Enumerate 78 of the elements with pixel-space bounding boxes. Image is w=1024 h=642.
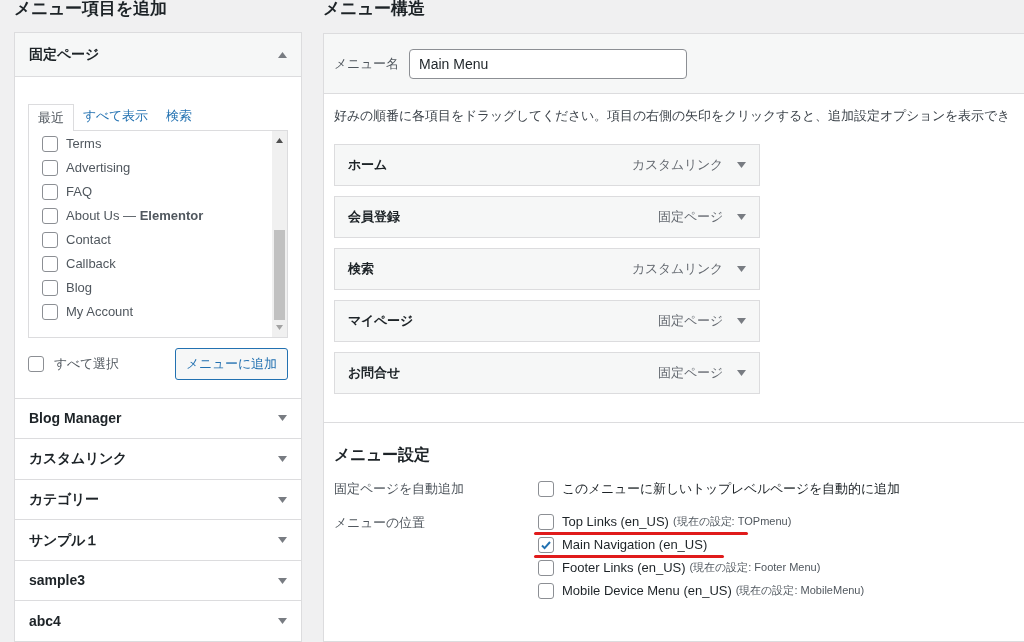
page-label: My Account (66, 302, 134, 321)
checkbox[interactable] (538, 536, 554, 553)
location-label: Top Links (en_US) (562, 512, 669, 531)
settings-heading: メニュー設定 (334, 445, 431, 465)
tab[interactable]: 検索 (157, 103, 201, 130)
expand-arrow-icon[interactable] (737, 266, 746, 272)
expand-arrow-icon[interactable] (278, 455, 287, 462)
page-label: Callback (66, 254, 116, 273)
locations-label: メニューの位置 (334, 513, 426, 532)
menu-item-type: カスタムリンク (632, 260, 723, 279)
menu-item-type: 固定ページ (658, 364, 723, 383)
checkbox[interactable] (28, 355, 44, 372)
expand-arrow-icon[interactable] (278, 618, 287, 625)
expand-arrow-icon[interactable] (737, 370, 746, 376)
select-all-label: すべて選択 (54, 354, 119, 373)
menu-name-field[interactable]: Main Menu (409, 48, 687, 79)
location-label: Main Navigation (en_US) (562, 535, 708, 554)
checkbox[interactable] (538, 582, 554, 599)
menu-item-type: カスタムリンク (632, 156, 723, 175)
section-title[interactable]: sample3 (29, 570, 86, 592)
section-title[interactable]: Blog Manager (29, 407, 122, 429)
checkbox[interactable] (538, 559, 554, 576)
menu-name-label: メニュー名 (334, 54, 399, 73)
expand-arrow-icon[interactable] (737, 214, 746, 220)
page-label: Contact (66, 230, 111, 249)
page-label: Blog (66, 278, 93, 297)
checkbox[interactable] (42, 135, 58, 152)
current-setting-note: (現在の設定: Footer Menu) (689, 560, 821, 576)
tab[interactable]: すべて表示 (74, 103, 157, 130)
menu-item-type: 固定ページ (658, 312, 723, 331)
page-label: About Us — Elementor (66, 206, 204, 225)
menu-item[interactable]: マイページ 固定ページ (334, 300, 760, 342)
section-title[interactable]: 固定ページ (29, 44, 99, 66)
menu-item-type: 固定ページ (658, 208, 723, 227)
expand-arrow-icon[interactable] (278, 537, 287, 544)
menu-item-title: 検索 (348, 260, 374, 279)
checkbox[interactable] (42, 231, 58, 248)
menu-item[interactable]: ホーム カスタムリンク (334, 144, 760, 186)
panel-heading: メニュー構造 (323, 0, 426, 20)
collapse-arrow-icon[interactable] (278, 51, 287, 58)
menu-item[interactable]: お問合せ 固定ページ (334, 352, 760, 394)
section-title[interactable]: カテゴリー (29, 489, 99, 511)
expand-arrow-icon[interactable] (278, 577, 287, 584)
auto-add-option: このメニューに新しいトップレベルページを自動的に追加 (562, 479, 900, 499)
menu-item-title: お問合せ (348, 364, 400, 383)
checkbox[interactable] (42, 207, 58, 224)
checkbox[interactable] (538, 513, 554, 530)
expand-arrow-icon[interactable] (278, 496, 287, 503)
panel-heading: メニュー項目を追加 (14, 0, 168, 20)
expand-arrow-icon[interactable] (737, 318, 746, 324)
current-setting-note: (現在の設定: MobileMenu) (735, 583, 865, 599)
checkbox[interactable] (42, 279, 58, 296)
section-title[interactable]: サンプル１ (29, 529, 99, 551)
page-label: Advertising (66, 158, 131, 177)
checkbox[interactable] (42, 255, 58, 272)
menu-item-title: 会員登録 (348, 208, 400, 227)
current-setting-note: (現在の設定: TOPmenu) (672, 514, 792, 530)
menu-item[interactable]: 会員登録 固定ページ (334, 196, 760, 238)
tab[interactable]: 最近 (28, 104, 74, 131)
checkbox[interactable] (42, 183, 58, 200)
instructions-text: 好みの順番に各項目をドラッグしてください。項目の右側の矢印をクリックすると、追加設定オプションを表示でき (334, 107, 1011, 125)
menu-item-title: マイページ (348, 312, 413, 331)
menu-item[interactable]: 検索 カスタムリンク (334, 248, 760, 290)
menu-item-title: ホーム (348, 156, 387, 175)
checkbox[interactable] (42, 303, 58, 320)
section-title[interactable]: abc4 (29, 610, 61, 632)
add-to-menu-button[interactable]: メニューに追加 (175, 347, 288, 380)
expand-arrow-icon[interactable] (737, 162, 746, 168)
checkbox[interactable] (538, 480, 554, 497)
location-label: Footer Links (en_US) (562, 558, 686, 577)
section-title[interactable]: カスタムリンク (29, 448, 127, 470)
page-label: FAQ (66, 182, 92, 201)
page-label: Terms (66, 134, 102, 153)
expand-arrow-icon[interactable] (278, 415, 287, 422)
scrollbar[interactable] (272, 130, 287, 337)
location-label: Mobile Device Menu (en_US) (562, 581, 732, 600)
auto-add-label: 固定ページを自動追加 (334, 480, 465, 498)
checkbox[interactable] (42, 159, 58, 176)
